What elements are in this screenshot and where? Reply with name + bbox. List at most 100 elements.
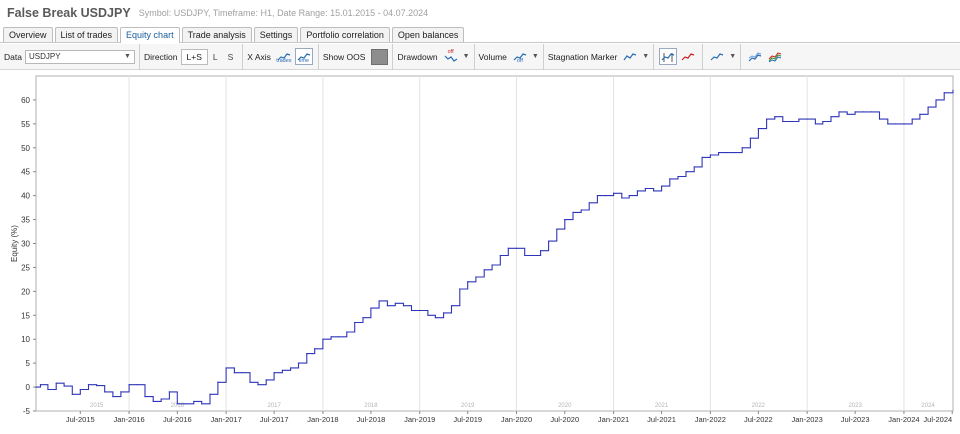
tab-open-balances[interactable]: Open balances <box>391 27 465 42</box>
equity-point <box>814 123 816 125</box>
page-title: False Break USDJPY <box>7 6 131 20</box>
chart-type-button[interactable] <box>708 48 726 65</box>
xaxis-label: X Axis <box>247 51 271 62</box>
equity-point <box>362 317 364 319</box>
year-label: 2018 <box>364 403 378 409</box>
y-tick-label: 0 <box>26 383 31 392</box>
export-group <box>741 44 789 70</box>
equity-point <box>604 195 606 197</box>
equity-point <box>636 190 639 192</box>
y-tick-label: 25 <box>21 263 30 272</box>
equity-point <box>386 305 388 307</box>
show-oos-group: Show OOS <box>319 43 394 70</box>
xaxis-group: X Axis trades time <box>243 43 319 70</box>
x-tick-label: Jul-2015 <box>66 415 95 424</box>
equity-point <box>749 137 752 139</box>
equity-point <box>176 403 178 405</box>
stagnation-toggle[interactable] <box>621 48 639 65</box>
show-oos-label: Show OOS <box>322 51 366 62</box>
x-tick-label: Jul-2016 <box>163 415 192 424</box>
equity-point <box>870 111 873 113</box>
xaxis-trades-text: trades <box>276 58 292 64</box>
equity-point <box>701 156 703 158</box>
equity-point <box>733 151 735 154</box>
equity-point <box>564 218 566 221</box>
chevron-down-icon[interactable]: ▼ <box>463 53 470 60</box>
equity-point <box>71 393 73 395</box>
equity-point <box>322 338 324 340</box>
volume-toggle[interactable]: off <box>511 48 529 65</box>
equity-point <box>442 312 445 314</box>
chevron-down-icon[interactable]: ▼ <box>532 53 539 60</box>
equity-point <box>765 118 768 120</box>
xaxis-time-button[interactable]: time <box>294 48 313 65</box>
volume-group: Volume off ▼ <box>475 43 544 70</box>
direction-long-short-button[interactable]: L+S <box>180 48 208 65</box>
y-tick-label: -5 <box>23 407 31 416</box>
equity-point <box>120 391 122 393</box>
chart-style-bars-button[interactable] <box>659 48 678 65</box>
equity-chart-svg: -5 0 5 10 15 20 25 30 35 40 45 50 55 60 Equity (%) 2015… <box>10 75 954 424</box>
equity-point <box>547 240 550 242</box>
x-tick-label: Jan-2016 <box>113 415 144 424</box>
equity-point <box>402 305 405 307</box>
x-tick-label: Jul-2024 <box>923 415 952 424</box>
chart-style-line-button[interactable] <box>679 48 697 65</box>
tab-list-of-trades[interactable]: List of trades <box>54 27 119 42</box>
direction-short-button[interactable]: S <box>223 49 239 65</box>
multi-series-chart-button[interactable] <box>766 48 784 65</box>
tab-settings[interactable]: Settings <box>253 27 299 42</box>
tab-portfolio-correlation[interactable]: Portfolio correlation <box>300 27 390 42</box>
tab-bar: Overview List of trades Equity chart Tra… <box>0 27 960 43</box>
x-tick-label: Jul-2018 <box>357 415 386 424</box>
equity-point <box>96 385 98 387</box>
equity-point <box>612 192 615 194</box>
red-line-chart-icon <box>681 52 695 60</box>
drawdown-toggle[interactable]: off <box>442 48 460 65</box>
equity-point <box>136 384 138 386</box>
x-tick-label: Jan-2021 <box>598 415 629 424</box>
equity-point <box>104 391 106 393</box>
equity-point <box>144 396 146 398</box>
equity-point <box>419 309 421 312</box>
equity-point <box>887 123 889 125</box>
tab-overview[interactable]: Overview <box>3 27 53 42</box>
y-tick-label: 35 <box>21 216 30 225</box>
year-label: 2020 <box>558 403 572 409</box>
x-tick-label: Jan-2020 <box>501 415 532 424</box>
show-oos-toggle[interactable] <box>371 48 389 65</box>
multi-series-chart-icon <box>768 51 782 62</box>
x-tick-label: Jan-2019 <box>404 415 435 424</box>
equity-point <box>878 118 881 120</box>
direction-long-button[interactable]: L <box>208 49 223 65</box>
y-tick-label: 30 <box>21 240 30 249</box>
equity-point <box>233 372 235 374</box>
x-tick-label: Jan-2024 <box>888 415 919 424</box>
equity-point <box>806 118 808 120</box>
chevron-down-icon[interactable]: ▼ <box>729 53 736 60</box>
data-select[interactable]: USDJPY ▼ <box>24 49 135 64</box>
equity-point <box>621 197 623 199</box>
equity-point <box>281 369 283 371</box>
chevron-down-icon[interactable]: ▼ <box>642 53 649 60</box>
equity-point <box>790 120 792 123</box>
equity-point <box>297 362 300 364</box>
xaxis-trades-button[interactable]: trades <box>275 48 293 65</box>
equity-point <box>822 120 824 123</box>
equity-point <box>524 254 526 257</box>
compare-chart-button[interactable] <box>746 48 764 65</box>
equity-point <box>556 228 558 230</box>
equity-point <box>927 106 929 108</box>
equity-point <box>935 99 937 101</box>
equity-point <box>725 151 727 154</box>
x-tick-label: Jan-2022 <box>695 415 726 424</box>
xaxis-time-text: time <box>298 58 310 64</box>
equity-point <box>475 276 477 278</box>
equity-point <box>55 382 57 384</box>
tab-trade-analysis[interactable]: Trade analysis <box>181 27 252 42</box>
x-tick-label: Jan-2023 <box>792 415 823 424</box>
y-tick-label: 15 <box>21 311 30 320</box>
equity-point <box>450 305 453 307</box>
tab-equity-chart[interactable]: Equity chart <box>120 27 180 43</box>
x-tick-label: Jul-2017 <box>260 415 289 424</box>
